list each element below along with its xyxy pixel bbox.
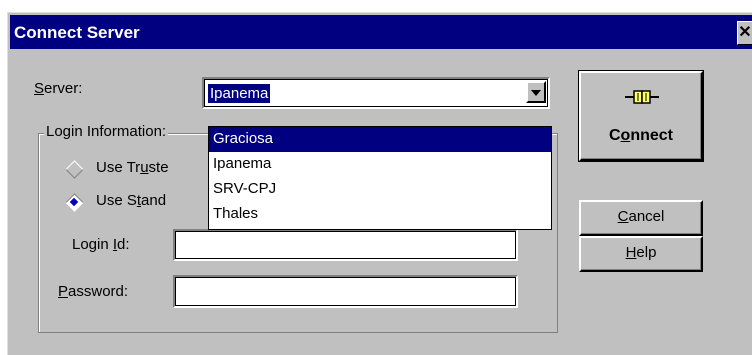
use-trusted-radio[interactable] [65, 160, 84, 179]
use-trusted-label[interactable]: Use Truste [96, 159, 169, 176]
server-option-ipanema[interactable]: Ipanema [209, 152, 551, 177]
cancel-button[interactable]: Cancel [579, 200, 703, 236]
close-icon: ✕ [738, 24, 752, 41]
help-button[interactable]: Help [579, 236, 703, 272]
use-standard-label[interactable]: Use Stand [96, 192, 166, 209]
plug-connect-icon [625, 90, 659, 104]
connect-server-dialog: Connect Server ✕ Server: Ipanema Login I… [7, 12, 752, 355]
password-label: Password: [58, 283, 129, 300]
server-combobox-value: Ipanema [208, 84, 271, 103]
title-bar[interactable]: Connect Server ✕ [10, 15, 752, 49]
radio-unchecked-icon [65, 160, 84, 179]
use-standard-radio[interactable] [65, 193, 84, 212]
chevron-down-icon [531, 90, 541, 96]
password-field[interactable] [173, 275, 518, 308]
connect-button[interactable]: Connect [578, 70, 704, 162]
login-information-legend: Login Information: [44, 123, 169, 140]
server-label: Server: [34, 80, 83, 97]
help-button-label: Help [625, 244, 657, 261]
connect-button-label: Connect [608, 127, 673, 144]
login-id-label: Login Id: [72, 236, 130, 253]
close-button[interactable]: ✕ [737, 21, 752, 45]
server-option-graciosa[interactable]: Graciosa [209, 127, 551, 152]
server-option-thales[interactable]: Thales [209, 202, 551, 227]
server-combobox[interactable]: Ipanema [202, 77, 550, 109]
login-id-field[interactable] [173, 229, 518, 261]
cancel-button-label: Cancel [617, 208, 665, 225]
dialog-title: Connect Server [14, 23, 140, 42]
server-dropdown-button[interactable] [526, 81, 546, 103]
server-dropdown-list: Graciosa Ipanema SRV-CPJ Thales [208, 126, 552, 230]
server-option-srv-cpj[interactable]: SRV-CPJ [209, 177, 551, 202]
